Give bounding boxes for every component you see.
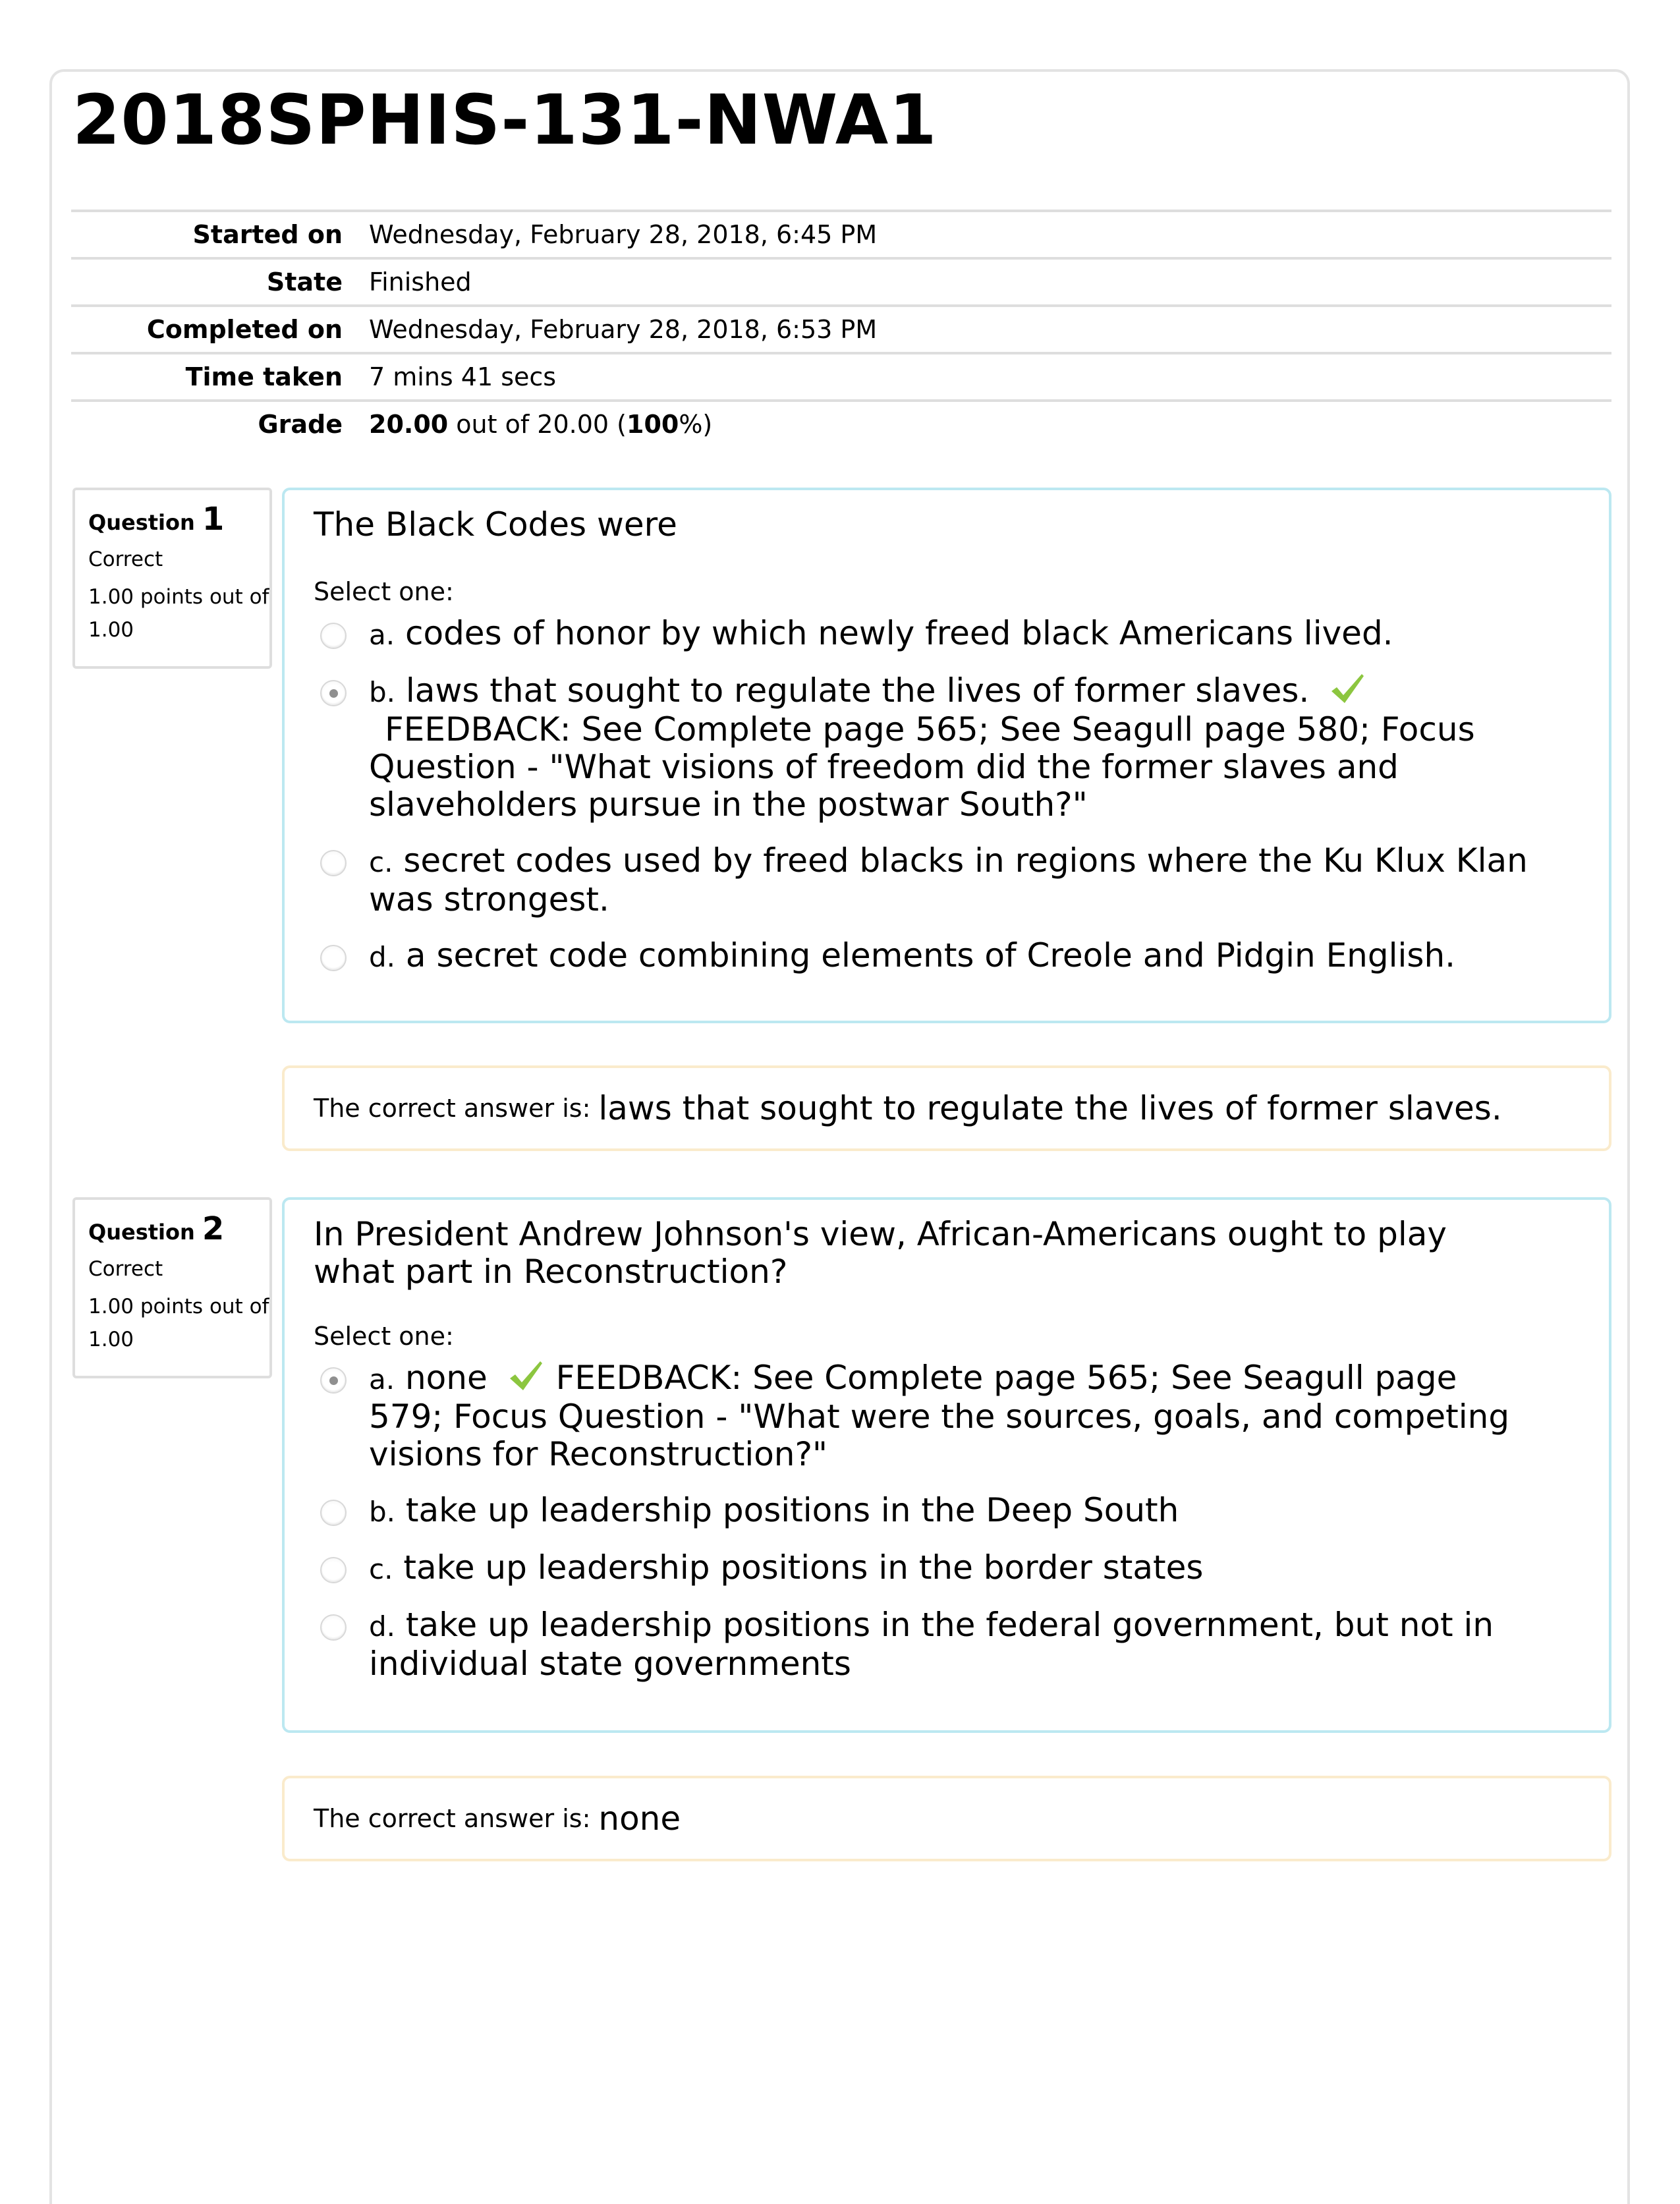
summary-value: 7 mins 41 secs bbox=[369, 362, 557, 391]
question-content-2: In President Andrew Johnson's view, Afri… bbox=[282, 1197, 1611, 1733]
question-info-1: Question 1 Correct 1.00 points out of 1.… bbox=[72, 488, 272, 669]
option-text: secret codes used by freed blacks in reg… bbox=[369, 841, 1528, 918]
attempt-summary-table: Started on Wednesday, February 28, 2018,… bbox=[71, 210, 1611, 447]
answer-option-d[interactable]: d. take up leadership positions in the f… bbox=[314, 1606, 1582, 1683]
correct-answer-box-1: The correct answer is: laws that sought … bbox=[282, 1065, 1611, 1151]
grade-value: 20.00 out of 20.00 (100%) bbox=[369, 410, 712, 439]
question-label: Question bbox=[88, 510, 195, 535]
option-letter: b. bbox=[369, 1496, 396, 1528]
option-letter: a. bbox=[369, 1363, 395, 1396]
question-number-value: 2 bbox=[202, 1210, 225, 1247]
answer-option-b[interactable]: b. laws that sought to regulate the live… bbox=[314, 672, 1582, 824]
grade-percent-suffix: %) bbox=[679, 410, 713, 439]
question-info-2: Question 2 Correct 1.00 points out of 1.… bbox=[72, 1197, 272, 1378]
radio-button[interactable] bbox=[320, 1500, 347, 1526]
select-one-prompt: Select one: bbox=[314, 577, 454, 606]
option-text: a secret code combining elements of Creo… bbox=[395, 936, 1456, 975]
answer-options: a. none FEEDBACK: See Complete page 565;… bbox=[314, 1359, 1582, 1683]
radio-button[interactable] bbox=[320, 850, 347, 876]
answer-option-a[interactable]: a. none FEEDBACK: See Complete page 565;… bbox=[314, 1359, 1582, 1473]
summary-row-completed: Completed on Wednesday, February 28, 201… bbox=[71, 304, 1611, 352]
question-number-value: 1 bbox=[202, 501, 225, 538]
question-content-1: The Black Codes were Select one: a. code… bbox=[282, 488, 1611, 1023]
correct-answer-text: none bbox=[598, 1799, 681, 1838]
answer-options: a. codes of honor by which newly freed b… bbox=[314, 615, 1582, 976]
question-number: Question 1 bbox=[88, 499, 269, 542]
radio-button-selected[interactable] bbox=[320, 1367, 347, 1394]
summary-row-started: Started on Wednesday, February 28, 2018,… bbox=[71, 210, 1611, 257]
question-state: Correct bbox=[88, 1257, 163, 1281]
option-letter: c. bbox=[369, 846, 393, 878]
question-text: In President Andrew Johnson's view, Afri… bbox=[314, 1215, 1447, 1291]
question-grade: 1.00 points out of 1.00 bbox=[88, 1295, 269, 1351]
correct-answer-text: laws that sought to regulate the lives o… bbox=[598, 1089, 1502, 1127]
radio-button[interactable] bbox=[320, 623, 347, 649]
option-letter: d. bbox=[369, 1610, 396, 1643]
option-letter: a. bbox=[369, 619, 395, 651]
summary-row-grade: Grade 20.00 out of 20.00 (100%) bbox=[71, 399, 1611, 447]
option-letter: b. bbox=[369, 676, 396, 708]
summary-label: Started on bbox=[192, 220, 343, 249]
correct-answer-label: The correct answer is: bbox=[314, 1094, 591, 1123]
summary-label: Completed on bbox=[146, 315, 343, 344]
summary-row-time-taken: Time taken 7 mins 41 secs bbox=[71, 352, 1611, 399]
grade-out-of: out of 20.00 ( bbox=[448, 410, 627, 439]
option-text: take up leadership positions in the fede… bbox=[369, 1606, 1494, 1683]
answer-option-b[interactable]: b. take up leadership positions in the D… bbox=[314, 1492, 1582, 1531]
option-letter: d. bbox=[369, 941, 396, 973]
option-text: take up leadership positions in the bord… bbox=[393, 1548, 1204, 1587]
summary-row-state: State Finished bbox=[71, 257, 1611, 304]
summary-value: Wednesday, February 28, 2018, 6:53 PM bbox=[369, 315, 878, 344]
correct-checkmark-icon bbox=[509, 1361, 542, 1390]
summary-label: Time taken bbox=[185, 362, 343, 391]
radio-button[interactable] bbox=[320, 1614, 347, 1641]
grade-score: 20.00 bbox=[369, 410, 449, 439]
summary-value: Wednesday, February 28, 2018, 6:45 PM bbox=[369, 220, 878, 249]
option-text: laws that sought to regulate the lives o… bbox=[395, 671, 1310, 710]
select-one-prompt: Select one: bbox=[314, 1322, 454, 1351]
option-text: codes of honor by which newly freed blac… bbox=[395, 614, 1393, 652]
question-text: The Black Codes were bbox=[314, 505, 677, 544]
answer-option-c[interactable]: c. secret codes used by freed blacks in … bbox=[314, 842, 1582, 918]
answer-option-c[interactable]: c. take up leadership positions in the b… bbox=[314, 1549, 1582, 1588]
summary-label: State bbox=[266, 268, 343, 297]
radio-button[interactable] bbox=[320, 1557, 347, 1583]
page-title: 2018SPHIS-131-NWA1 bbox=[72, 80, 938, 160]
correct-answer-box-2: The correct answer is: none bbox=[282, 1776, 1611, 1861]
summary-label: Grade bbox=[258, 410, 343, 439]
answer-option-a[interactable]: a. codes of honor by which newly freed b… bbox=[314, 615, 1582, 654]
question-label: Question bbox=[88, 1220, 195, 1245]
summary-value: Finished bbox=[369, 268, 472, 297]
option-letter: c. bbox=[369, 1553, 393, 1585]
question-number: Question 2 bbox=[88, 1209, 269, 1252]
radio-button[interactable] bbox=[320, 945, 347, 971]
answer-option-d[interactable]: d. a secret code combining elements of C… bbox=[314, 937, 1582, 976]
option-text: take up leadership positions in the Deep… bbox=[395, 1491, 1179, 1529]
correct-answer-label: The correct answer is: bbox=[314, 1804, 591, 1833]
correct-checkmark-icon bbox=[1331, 674, 1364, 703]
question-state: Correct bbox=[88, 548, 163, 571]
option-feedback: FEEDBACK: See Complete page 565; See Sea… bbox=[369, 710, 1475, 824]
radio-button-selected[interactable] bbox=[320, 680, 347, 706]
question-grade: 1.00 points out of 1.00 bbox=[88, 585, 269, 642]
grade-percent: 100 bbox=[627, 410, 679, 439]
option-text: none bbox=[395, 1359, 488, 1397]
